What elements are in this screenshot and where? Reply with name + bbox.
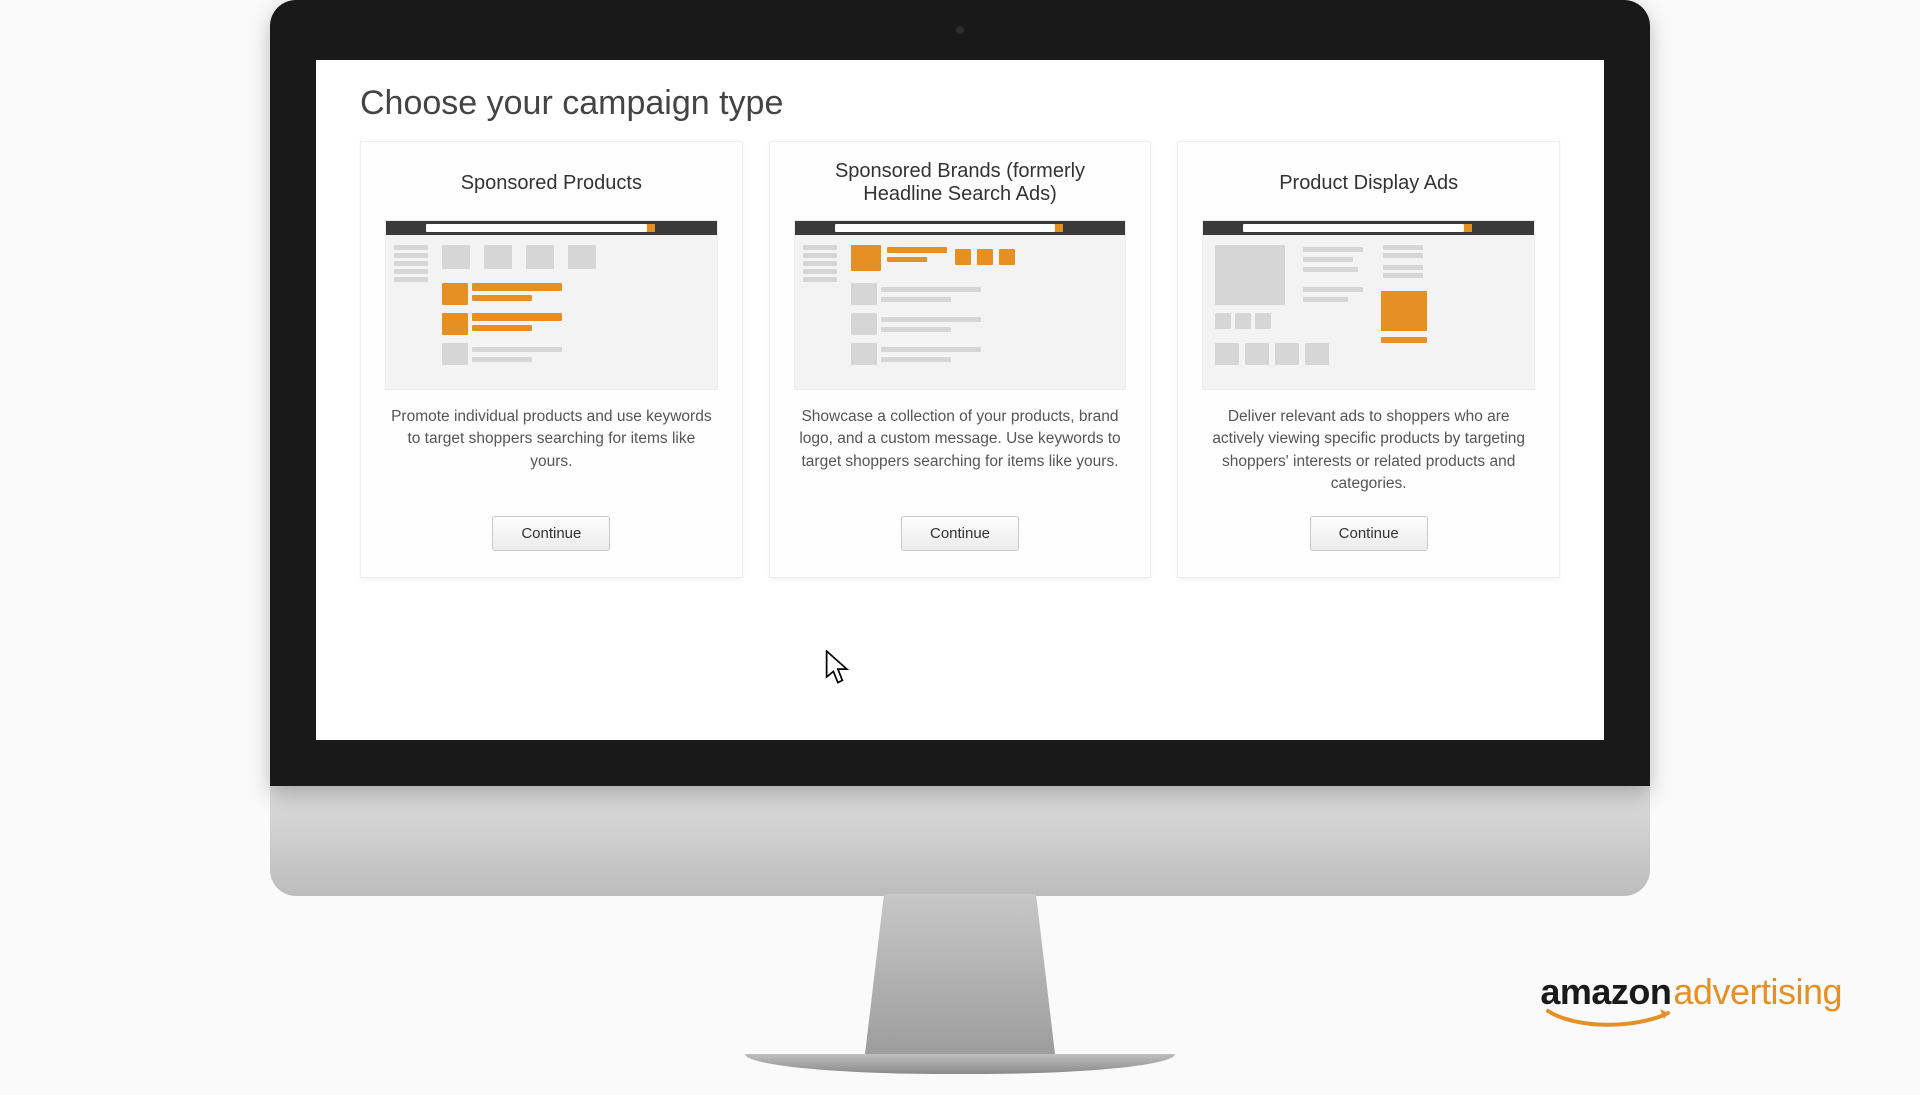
monitor-chin [270, 786, 1650, 896]
continue-button-sponsored-products[interactable]: Continue [492, 516, 610, 551]
brand-text-amazon: amazon [1540, 971, 1671, 1013]
thumb-sponsored-brands [794, 220, 1127, 390]
card-sponsored-brands[interactable]: Sponsored Brands (formerly Headline Sear… [769, 141, 1152, 578]
card-title: Sponsored Brands (formerly Headline Sear… [794, 156, 1127, 210]
thumb-sponsored-products [385, 220, 718, 390]
screen-content: Choose your campaign type Sponsored Prod… [316, 60, 1604, 740]
monitor-stand-foot [745, 1054, 1175, 1074]
card-description: Showcase a collection of your products, … [794, 406, 1127, 516]
page-title: Choose your campaign type [360, 84, 1560, 123]
webcam-icon [915, 26, 1005, 34]
desktop-monitor: Choose your campaign type Sponsored Prod… [270, 0, 1650, 1074]
card-product-display-ads[interactable]: Product Display Ads [1177, 141, 1560, 578]
card-description: Promote individual products and use keyw… [385, 406, 718, 516]
card-sponsored-products[interactable]: Sponsored Products [360, 141, 743, 578]
amazon-advertising-logo: amazon advertising [1540, 971, 1842, 1027]
monitor-bezel: Choose your campaign type Sponsored Prod… [270, 0, 1650, 786]
continue-button-sponsored-brands[interactable]: Continue [901, 516, 1019, 551]
amazon-smile-icon [1546, 1009, 1676, 1027]
campaign-type-cards: Sponsored Products [360, 141, 1560, 578]
monitor-stand-neck [865, 894, 1055, 1054]
card-title: Product Display Ads [1279, 156, 1458, 210]
card-description: Deliver relevant ads to shoppers who are… [1202, 406, 1535, 516]
card-title: Sponsored Products [461, 156, 642, 210]
continue-button-product-display-ads[interactable]: Continue [1310, 516, 1428, 551]
brand-text-advertising: advertising [1673, 971, 1842, 1013]
thumb-product-display-ads [1202, 220, 1535, 390]
